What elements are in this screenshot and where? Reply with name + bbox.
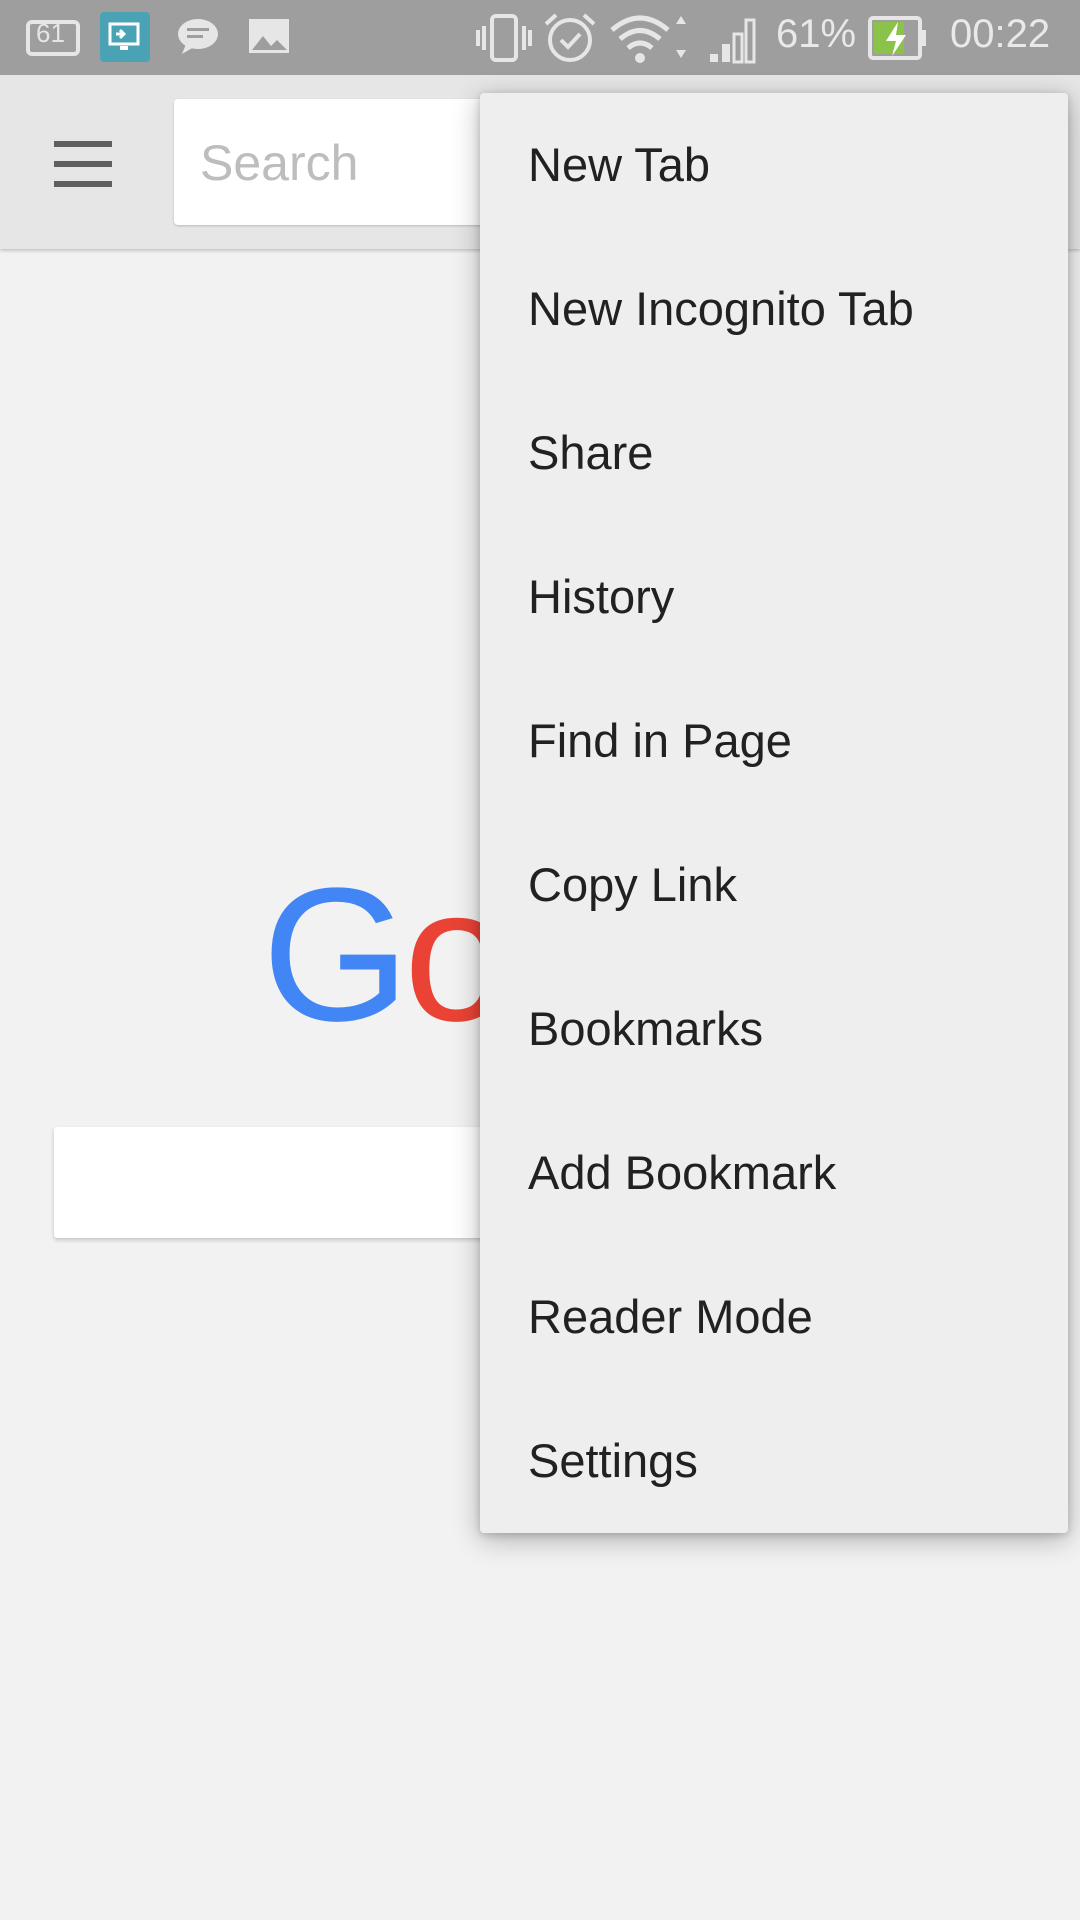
overflow-menu: New Tab New Incognito Tab Share History … (480, 93, 1068, 1533)
menu-item-find-in-page[interactable]: Find in Page (480, 669, 1068, 813)
status-time: 00:22 (950, 12, 1051, 56)
menu-item-settings[interactable]: Settings (480, 1389, 1068, 1533)
battery-charging-icon (868, 16, 928, 65)
menu-item-add-bookmark[interactable]: Add Bookmark (480, 1101, 1068, 1245)
status-bar: 61 61% 00:22 (0, 0, 1080, 75)
menu-item-bookmarks[interactable]: Bookmarks (480, 957, 1068, 1101)
wifi-icon (610, 12, 686, 71)
menu-item-new-incognito-tab[interactable]: New Incognito Tab (480, 237, 1068, 381)
screen-cast-icon (100, 12, 150, 62)
hamburger-icon[interactable] (40, 125, 130, 205)
google-logo: Go (262, 849, 509, 1061)
notification-61-icon: 61 (26, 16, 82, 58)
notification-count: 61 (36, 18, 65, 48)
menu-item-reader-mode[interactable]: Reader Mode (480, 1245, 1068, 1389)
vibrate-icon (474, 12, 534, 69)
chat-icon (176, 16, 220, 63)
alarm-icon (542, 10, 598, 71)
menu-item-copy-link[interactable]: Copy Link (480, 813, 1068, 957)
menu-item-share[interactable]: Share (480, 381, 1068, 525)
signal-icon (708, 16, 764, 69)
battery-percent: 61% (776, 12, 857, 56)
gallery-icon (248, 18, 290, 61)
menu-item-new-tab[interactable]: New Tab (480, 93, 1068, 237)
menu-item-history[interactable]: History (480, 525, 1068, 669)
